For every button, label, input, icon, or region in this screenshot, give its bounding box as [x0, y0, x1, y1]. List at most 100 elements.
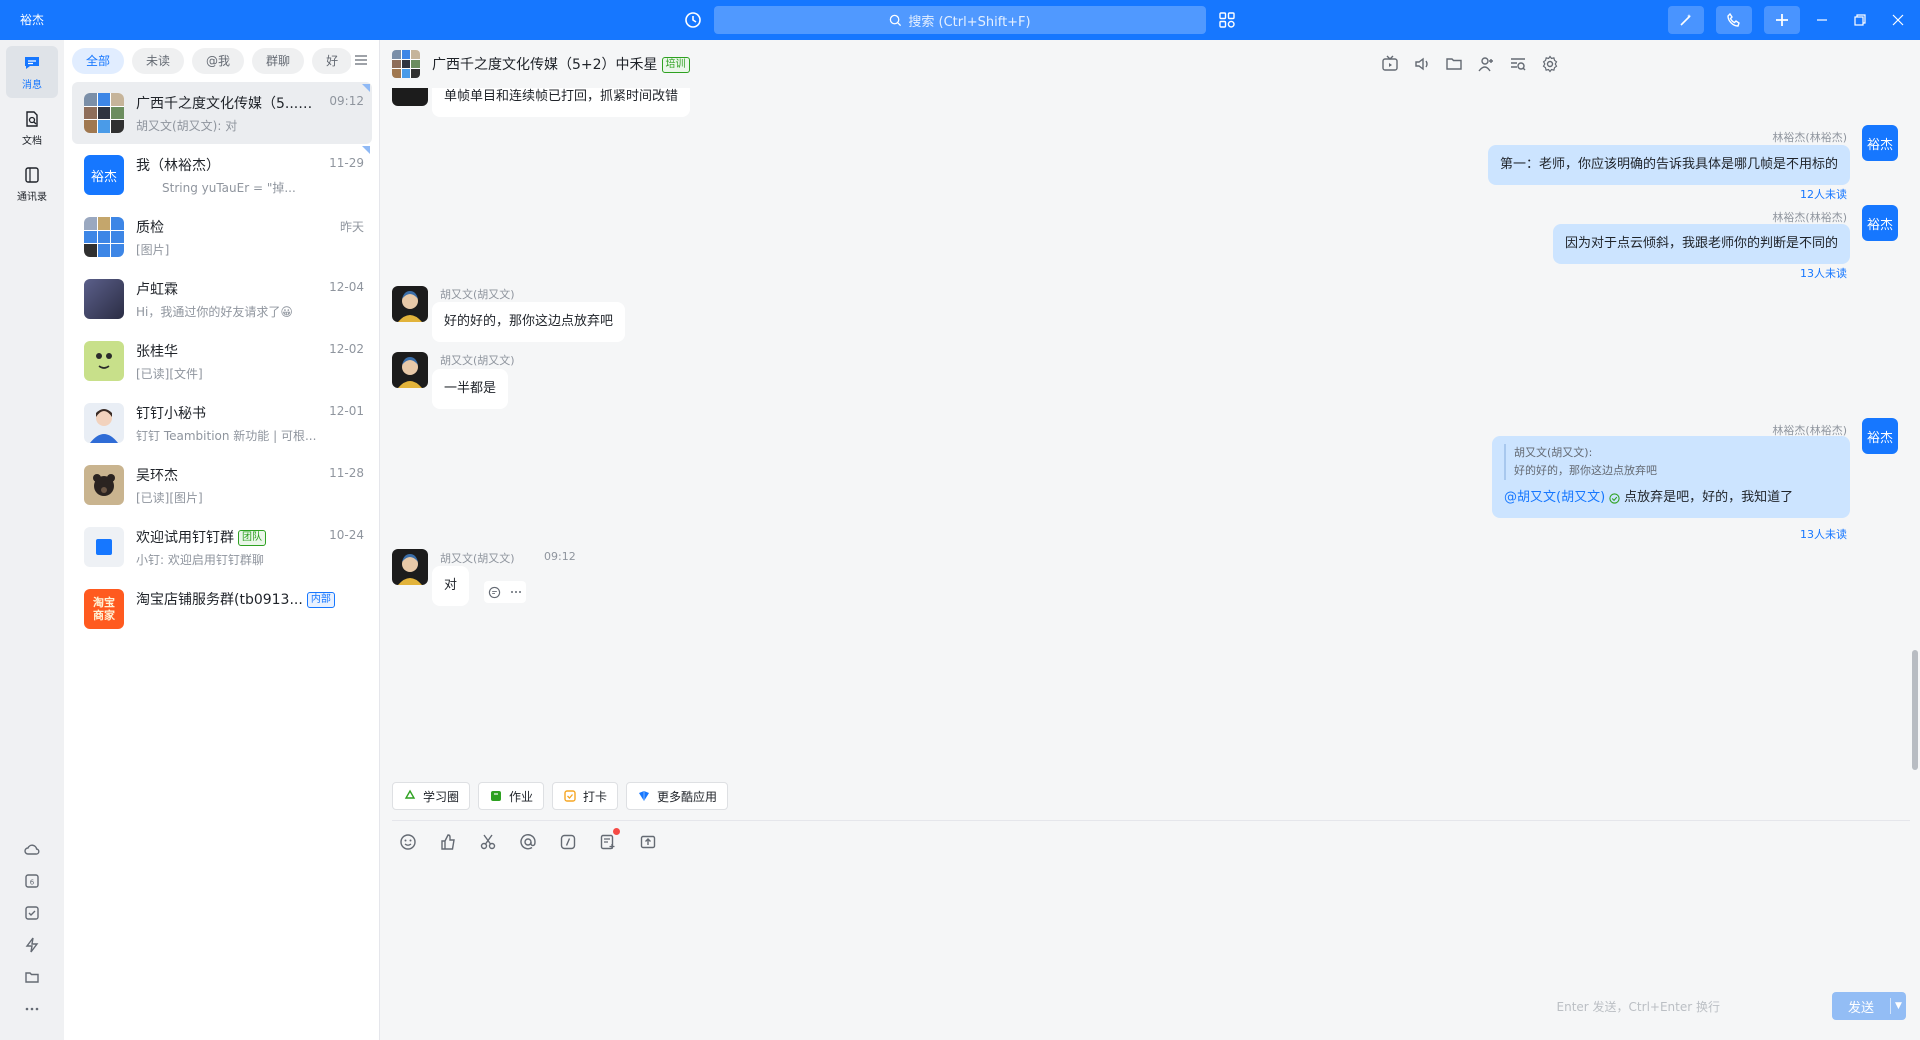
- title-bar: 裕杰 搜索 (Ctrl+Shift+F): [0, 0, 1920, 40]
- training-tag: 培训: [661, 57, 690, 73]
- nav-item-messages[interactable]: 消息: [6, 46, 58, 98]
- conversation-item[interactable]: 淘宝商家 淘宝店铺服务群(tb0913... 内部: [72, 578, 372, 640]
- unread-count[interactable]: 13人未读: [1800, 265, 1847, 281]
- message-bubble[interactable]: 胡又文(胡又文): 好的好的，那你这边点放弃吧 @胡又文(胡又文) 点放弃是吧，…: [1492, 436, 1850, 518]
- unread-count[interactable]: 13人未读: [1800, 526, 1847, 542]
- message-time: 09:12: [544, 550, 576, 563]
- todo-icon[interactable]: [20, 901, 44, 925]
- sender-name: 林裕杰(林裕杰): [1772, 131, 1847, 144]
- cloud-icon[interactable]: [20, 837, 44, 861]
- minimize-button[interactable]: [1812, 10, 1832, 30]
- nav-label: 文档: [22, 136, 42, 147]
- folder-icon[interactable]: [20, 965, 44, 989]
- global-search-input[interactable]: 搜索 (Ctrl+Shift+F): [714, 6, 1206, 34]
- scissors-icon[interactable]: [476, 830, 500, 854]
- message-bubble[interactable]: 一半都是: [432, 369, 509, 409]
- restore-button[interactable]: [1850, 10, 1870, 30]
- quick-command-button[interactable]: [1668, 6, 1704, 34]
- conversation-item[interactable]: 广西千之度文化传媒（5...培训 09:12 胡又文(胡又文): 对: [72, 82, 372, 144]
- conversation-name: 广西千之度文化传媒（5...: [136, 96, 299, 112]
- lightning-icon[interactable]: [20, 933, 44, 957]
- conversation-item[interactable]: 欢迎试用钉钉群 团队 10-24 小钉: 欢迎启用钉钉群聊: [72, 516, 372, 578]
- my-avatar[interactable]: 裕杰: [1862, 205, 1898, 241]
- conversation-name: 吴环杰: [136, 468, 178, 484]
- conversation-name: 我（林裕杰）: [136, 158, 220, 174]
- my-avatar[interactable]: 裕杰: [1862, 418, 1898, 454]
- message-bubble[interactable]: 因为对于点云倾斜，我跟老师你的判断是不同的: [1552, 224, 1850, 264]
- more-icon[interactable]: [20, 997, 44, 1021]
- group-avatar[interactable]: [392, 50, 420, 78]
- filter-all[interactable]: 全部: [72, 48, 125, 74]
- add-note-icon[interactable]: [596, 828, 620, 854]
- message-icon: [25, 57, 39, 69]
- unread-count[interactable]: 12人未读: [1800, 186, 1847, 202]
- message-bubble[interactable]: 第一：老师，你应该明确的告诉我具体是哪几帧是不用标的: [1487, 145, 1850, 185]
- conversation-item[interactable]: 钉钉小秘书 12-01 钉钉 Teambition 新功能 | 可根...: [72, 392, 372, 454]
- document-icon: [26, 111, 38, 127]
- nav-item-docs[interactable]: 文档: [6, 102, 58, 154]
- restore-icon: [1854, 14, 1866, 26]
- thumbs-up-icon[interactable]: [436, 830, 460, 854]
- chat-title: 广西千之度文化传媒（5+2）中禾星: [432, 57, 658, 73]
- book-icon: [489, 789, 503, 803]
- conversation-item[interactable]: 裕杰 我（林裕杰） 11-29 String yuTauEr = "掉...: [72, 144, 372, 206]
- conversation-item[interactable]: 吴环杰 11-28 [已读][图片]: [72, 454, 372, 516]
- conversation-item[interactable]: 质检 昨天 [图片]: [72, 206, 372, 268]
- mention-link[interactable]: @胡又文(胡又文): [1504, 488, 1605, 508]
- live-icon[interactable]: [1380, 54, 1400, 74]
- history-icon[interactable]: [682, 9, 704, 31]
- speaker-icon[interactable]: [1412, 54, 1432, 74]
- command-icon[interactable]: [556, 830, 580, 854]
- calendar-icon[interactable]: 6: [20, 869, 44, 893]
- send-options-icon[interactable]: ▼: [1890, 998, 1906, 1014]
- app-homework[interactable]: 作业: [478, 782, 545, 810]
- sender-avatar[interactable]: [392, 286, 428, 322]
- folder-icon[interactable]: [1444, 54, 1464, 74]
- conversation-name: 钉钉小秘书: [136, 406, 206, 422]
- conversation-item[interactable]: 张桂华 12-02 [已读][文件]: [72, 330, 372, 392]
- search-icon: [889, 14, 902, 27]
- sender-avatar[interactable]: [392, 352, 428, 388]
- sender-avatar[interactable]: [392, 88, 428, 106]
- filter-mentions[interactable]: @我: [192, 48, 245, 74]
- add-member-icon[interactable]: [1476, 54, 1496, 74]
- message-bubble[interactable]: 好的好的，那你这边点放弃吧: [432, 302, 626, 342]
- read-check-icon: [1609, 492, 1620, 504]
- settings-icon[interactable]: [1540, 54, 1560, 74]
- quoted-message[interactable]: 胡又文(胡又文): 好的好的，那你这边点放弃吧: [1504, 444, 1838, 480]
- upload-icon[interactable]: [636, 830, 660, 854]
- conversation-item[interactable]: 卢虹霖 12-04 Hi，我通过你的好友请求了😀: [72, 268, 372, 330]
- user-avatar[interactable]: 裕杰: [16, 9, 48, 31]
- app-more-cool-apps[interactable]: 更多酷应用: [626, 782, 729, 810]
- app-study-circle[interactable]: 学习圈: [392, 782, 471, 810]
- conversation-preview: 钉钉 Teambition 新功能 | 可根...: [136, 429, 317, 443]
- send-button[interactable]: 发送 ▼: [1832, 992, 1906, 1020]
- message-bubble[interactable]: 对: [432, 566, 470, 606]
- mention-icon[interactable]: [516, 830, 540, 854]
- my-avatar[interactable]: 裕杰: [1862, 125, 1898, 161]
- emoji-icon[interactable]: [396, 830, 420, 854]
- app-label: 作业: [509, 789, 534, 804]
- composer-divider: [392, 820, 1910, 821]
- filter-unread[interactable]: 未读: [132, 48, 185, 74]
- app-check-in[interactable]: 打卡: [552, 782, 619, 810]
- filter-friends[interactable]: 好: [312, 48, 353, 74]
- scrollbar[interactable]: [1912, 650, 1918, 770]
- call-button[interactable]: [1716, 6, 1752, 34]
- sender-avatar[interactable]: [392, 549, 428, 585]
- plus-icon: [1776, 14, 1788, 26]
- filter-menu-icon[interactable]: [351, 50, 371, 70]
- message-bubble[interactable]: 单帧单目和连续帧已打回，抓紧时间改错: [432, 88, 691, 117]
- reply-icon[interactable]: [488, 586, 501, 599]
- apps-grid-icon[interactable]: [1216, 9, 1238, 31]
- filter-groups[interactable]: 群聊: [252, 48, 305, 74]
- quote-text: 好的好的，那你这边点放弃吧: [1514, 464, 1657, 477]
- close-button[interactable]: [1888, 10, 1908, 30]
- search-history-icon[interactable]: [1508, 54, 1528, 74]
- nav-item-contacts[interactable]: 通讯录: [6, 158, 58, 210]
- add-button[interactable]: [1764, 6, 1800, 34]
- avatar: [84, 341, 124, 381]
- conversation-name: 淘宝店铺服务群(tb0913...: [136, 592, 303, 608]
- conversation-preview: Hi，我通过你的好友请求了😀: [136, 305, 293, 319]
- more-icon[interactable]: [510, 586, 522, 598]
